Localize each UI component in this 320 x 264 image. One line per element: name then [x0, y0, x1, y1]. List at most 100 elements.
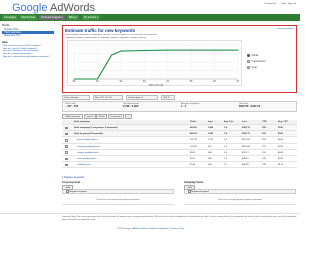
cell-name[interactable]: Draft ad group (5 keywords)	[74, 131, 184, 137]
cell-clicks: 56.51	[190, 157, 196, 160]
ad-group-level-title: Ad group level	[62, 181, 81, 184]
cell-cpc: $0.89	[278, 151, 284, 154]
cell-ctr: 14%	[262, 164, 267, 167]
x-tick-label: $7	[237, 80, 240, 83]
cell-cpc: $0.95	[278, 145, 284, 148]
radio-clicks-dot	[247, 53, 250, 57]
cell-cost: $102.86	[242, 145, 250, 148]
row-checkbox[interactable]	[65, 163, 68, 167]
currency-select[interactable]: USD $	[161, 95, 175, 100]
cell-pos: 1.6	[224, 151, 228, 154]
cell-name[interactable]: Draft campaign (1 ad groups, 5 keywords)	[74, 125, 184, 131]
cell-pos: 1.6	[224, 127, 228, 129]
cell-cost: $113.33	[242, 139, 250, 142]
footer-divider	[0, 213, 300, 214]
impressions-value: 2,768 - 3,383	[123, 105, 139, 108]
row-checkbox[interactable]	[65, 132, 68, 136]
series-point	[111, 54, 112, 56]
row-checkbox[interactable]	[65, 126, 68, 130]
cell-impr: 647	[208, 145, 212, 148]
main-nav: Campaigns Opportunities Tools and Analys…	[0, 14, 300, 21]
cell-clicks: 85.83	[190, 151, 196, 154]
cell-cost: $387.31	[242, 127, 250, 129]
max-cpc-input[interactable]: Max CPC: $ 1.00	[93, 95, 123, 100]
cell-pos: 1.5	[224, 145, 228, 148]
filter-row: Daily estimates Max CPC: $ 1.00 Daily bu…	[62, 95, 297, 100]
cell-impr: 334	[208, 164, 212, 167]
tab-billing[interactable]: Billing ▾	[67, 15, 80, 20]
row-checkbox[interactable]	[65, 145, 68, 148]
delete-button[interactable]: Delete	[96, 114, 108, 119]
cell-cpc: $0.83	[278, 133, 284, 136]
series-point	[120, 50, 122, 52]
series-point	[167, 49, 169, 51]
x-tick-label: $0	[73, 80, 76, 83]
campaign-level-title: Campaign level	[184, 181, 204, 184]
series-point	[237, 49, 239, 51]
cell-clicks: 463.55	[190, 133, 197, 136]
radio-cost[interactable]: Cost	[247, 65, 295, 71]
cell-impr: 3,068	[208, 127, 214, 129]
sidebar-item-placement-tool[interactable]: Placement Tool	[2, 34, 54, 37]
negative-keywords-toggle[interactable]: ▾ Negative keywords	[62, 176, 297, 180]
cell-ctr: 15%	[262, 133, 267, 136]
tab-opportunities[interactable]: Opportunities	[19, 15, 38, 20]
campaign-negative-empty: There are no campaign level negative key…	[184, 199, 296, 205]
estimate-panel: Estimate traffic for new keywords Previo…	[62, 25, 297, 93]
table-row[interactable]: wedding dress 45.82 334 1.7 $46.85 14% $1.02	[62, 162, 297, 169]
cell-clicks: 167.58	[190, 139, 197, 142]
row-checkbox[interactable]	[65, 157, 68, 161]
account-links[interactable]: Customer ID: ··· · Help · Sign out	[264, 3, 296, 6]
cell-impr: 3,068	[208, 133, 214, 136]
footer-link-adwords-home[interactable]: AdWords Home	[132, 228, 147, 230]
series-point	[96, 78, 98, 80]
ad-group-negative-empty: There are no ad group level negative key…	[62, 199, 174, 205]
tab-my-account[interactable]: My account ▾	[82, 15, 101, 20]
add-campaign-negative-button[interactable]: + Add	[184, 185, 195, 190]
cell-pos: 1.6	[224, 133, 228, 136]
radio-clicks-label: Clicks	[251, 54, 259, 57]
clicks-value: ~ 417 - 510	[65, 105, 79, 108]
radio-cost-dot	[247, 65, 250, 69]
daily-budget-input[interactable]: Daily budget: $	[126, 95, 158, 100]
row-checkbox[interactable]	[65, 138, 68, 142]
top-right-line1[interactable]: Customer ID: ··· · Help · Sign out	[264, 3, 296, 6]
row-checkbox[interactable]	[65, 151, 68, 154]
cell-cpc: $0.83	[278, 127, 284, 129]
important-note: Important Note: We cannot guarantee that…	[62, 216, 297, 221]
cell-ctr: 15%	[262, 151, 267, 154]
keyword-rows: Draft campaign (1 ad groups, 5 keywords)…	[62, 125, 297, 169]
add-ad-group-negative-button[interactable]: + Add	[62, 185, 73, 190]
targeting-filters[interactable]: Targeting Location: United States ▾ Lang…	[65, 37, 146, 40]
series-point	[143, 49, 145, 51]
cell-cost: $48.10	[242, 157, 249, 160]
cell-cpc: $1.02	[278, 164, 284, 167]
tab-tools-and-analysis[interactable]: Tools and Analysis ▾	[39, 15, 65, 20]
cell-clicks: 45.82	[190, 164, 196, 167]
help-link[interactable]: How do I customize my performance estima…	[2, 56, 54, 59]
cell-name[interactable]: designer wedding dress	[77, 144, 187, 150]
daily-estimates-select[interactable]: Daily estimates	[62, 95, 90, 100]
estimate-chart-svg: $0 $1 $2 $3 $4 $5 $6 $7 MAX CPC ($)	[73, 44, 240, 87]
cell-cpc: $0.85	[278, 157, 284, 160]
cell-ctr: 17%	[262, 145, 267, 148]
footer-link-privacy-policy[interactable]: Privacy Policy	[170, 228, 184, 230]
campaign-negatives: Campaign level + Add Negative keyword Th…	[184, 181, 296, 209]
radio-cost-label: Cost	[251, 66, 257, 69]
add-keywords-button[interactable]: + Add keywords	[62, 114, 83, 119]
cell-pos: 1.5	[224, 157, 228, 160]
footer-link-editorial-guidelines[interactable]: Editorial Guidelines	[150, 228, 169, 230]
negative-keywords-section: ▾ Negative keywords Ad group level + Add…	[62, 176, 297, 205]
download-button[interactable]: Download ▾	[108, 114, 125, 119]
cell-cost: $387.31	[242, 133, 250, 136]
radio-impressions-label: Impressions	[251, 60, 266, 63]
more-button[interactable]: ⋯	[125, 114, 133, 119]
cell-name[interactable]: vintage wedding dress	[77, 150, 187, 156]
cell-name[interactable]: beach wedding dress	[77, 137, 187, 143]
cell-name[interactable]: short wedding dress	[77, 156, 187, 162]
previous-interface-link[interactable]: Previous Interface	[276, 28, 294, 31]
cell-name[interactable]: wedding dress	[77, 162, 187, 168]
tab-campaigns[interactable]: Campaigns	[2, 15, 19, 20]
search-button[interactable]: Search	[84, 114, 96, 119]
cell-cost: $76.17	[242, 151, 249, 154]
